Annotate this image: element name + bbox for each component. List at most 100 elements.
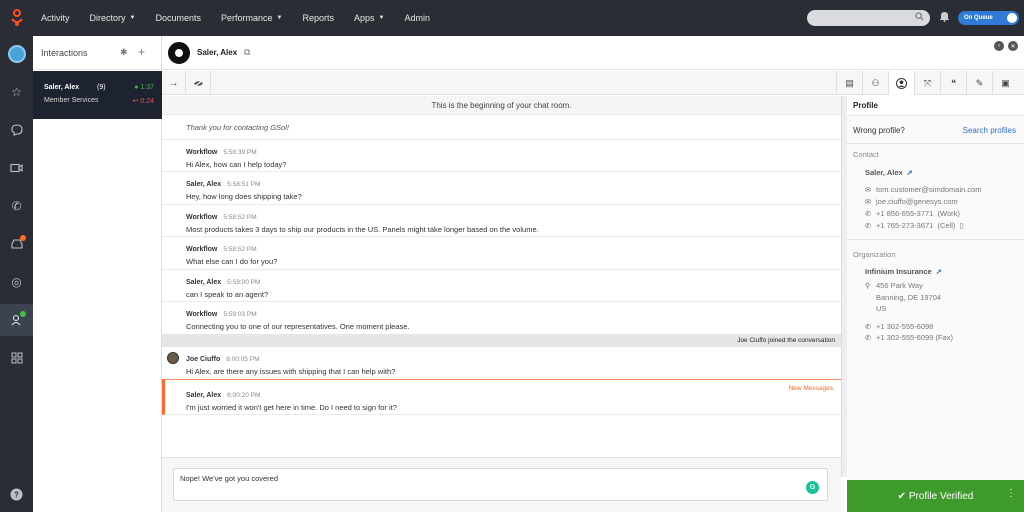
- phone-row[interactable]: ✆ +1 302-555-6098: [865, 322, 933, 331]
- composer-text: Nope! We've got you covered: [180, 474, 279, 483]
- genesys-logo-icon[interactable]: [0, 0, 33, 36]
- rail-chat-icon[interactable]: [0, 114, 33, 146]
- phone-row[interactable]: ✆ +1 765-273-3671 (Cell) ▯: [865, 221, 964, 230]
- rail-star-icon[interactable]: ☆: [0, 76, 33, 108]
- nav-activity[interactable]: Activity: [41, 13, 70, 23]
- rail-video-icon[interactable]: [0, 152, 33, 184]
- phone-value: +1 765-273-3671: [876, 221, 934, 230]
- rail-help-icon[interactable]: ?: [0, 478, 33, 510]
- interaction-card[interactable]: Saler, Alex (9) Member Services ● 1:37 ↩…: [33, 71, 162, 119]
- caret-down-icon: ▼: [276, 15, 283, 21]
- hide-eye-icon[interactable]: [187, 71, 211, 95]
- close-icon[interactable]: ✕: [1008, 41, 1018, 51]
- nav-directory[interactable]: Directory ▼: [90, 13, 136, 23]
- edit-notes-icon[interactable]: ✎: [966, 71, 992, 95]
- rail-queue-user-icon[interactable]: [0, 304, 33, 336]
- main-nav: Activity Directory ▼ Documents Performanc…: [41, 0, 450, 36]
- chat-start-notice: This is the beginning of your chat room.: [162, 96, 841, 115]
- organization-section-label: Organization: [853, 250, 896, 259]
- address-row: ⚲ 456 Park Way: [865, 281, 923, 290]
- copy-icon[interactable]: ⧉: [244, 47, 250, 58]
- new-messages-label: New Messages: [788, 385, 833, 392]
- gear-icon[interactable]: ✱: [120, 47, 128, 58]
- avatar: [7, 45, 26, 63]
- welcome-message: Thank you for contacting GSol!: [162, 115, 841, 140]
- transfer-arrow-icon[interactable]: →: [162, 71, 186, 95]
- search-icon[interactable]: [915, 12, 924, 23]
- inbox-badge: [20, 235, 26, 241]
- back-icon[interactable]: ‹: [994, 41, 1004, 51]
- message-sender: Workflow: [186, 214, 218, 221]
- nav-apps[interactable]: Apps ▼: [354, 13, 384, 23]
- address-row: Banning, DE 19704: [876, 293, 941, 302]
- notifications-bell-icon[interactable]: [940, 11, 949, 25]
- address-row: US: [876, 304, 886, 313]
- chat-message: Workflow 5:58:52 PM Most products takes 3…: [162, 205, 841, 237]
- profile-verified-button[interactable]: ✔ Profile Verified ⋮: [847, 480, 1024, 512]
- chat-start-text: This is the beginning of your chat room.: [431, 100, 572, 110]
- nav-performance[interactable]: Performance ▼: [221, 13, 282, 23]
- phone-row[interactable]: ✆ +1 856-655-3771 (Work): [865, 209, 960, 218]
- interactions-header: Interactions ✱ +: [33, 36, 161, 70]
- rail-dashboard-icon[interactable]: [0, 342, 33, 374]
- message-composer-input[interactable]: Nope! We've got you covered G: [173, 468, 828, 501]
- profile-tab-icon[interactable]: [888, 71, 914, 95]
- email-icon: ✉: [865, 186, 871, 194]
- fax-row[interactable]: ✆ +1 302-555-6099 (Fax): [865, 333, 953, 342]
- external-link-icon: ➚: [935, 267, 942, 276]
- rail-support-icon[interactable]: ◎: [0, 266, 33, 298]
- phone-value: +1 856-655-3771: [876, 209, 934, 218]
- email-row[interactable]: ✉ joe.ciuffo@genesys.com: [865, 197, 958, 206]
- grammarly-icon[interactable]: G: [806, 481, 819, 494]
- journey-icon[interactable]: ⤧: [914, 71, 940, 95]
- nav-reports[interactable]: Reports: [303, 13, 335, 23]
- left-rail: ☆ ✆ ◎ ?: [0, 36, 33, 512]
- queue-status-badge: [20, 311, 26, 317]
- email-value: tom.customer@simdomain.com: [876, 185, 982, 194]
- rail-phone-icon[interactable]: ✆: [0, 190, 33, 222]
- participant-info-icon[interactable]: ⚇: [862, 71, 888, 95]
- more-options-icon[interactable]: ⋮: [1006, 488, 1016, 499]
- chat-transcript[interactable]: This is the beginning of your chat room.…: [162, 96, 841, 456]
- reply-arrow-icon: ↩: [132, 98, 139, 105]
- conversation-toolbar: → ▤ ⚇ ⤧ ❝ ✎ ▣: [162, 71, 1024, 95]
- clipboard-icon[interactable]: ▣: [992, 71, 1018, 95]
- active-timer: ● 1:37: [134, 84, 154, 91]
- email-row[interactable]: ✉ tom.customer@simdomain.com: [865, 185, 982, 194]
- toggle-knob: [1007, 13, 1017, 23]
- address-line: US: [876, 304, 887, 313]
- phone-type: (Work): [937, 209, 960, 218]
- script-icon[interactable]: ▤: [836, 71, 862, 95]
- nav-documents[interactable]: Documents: [155, 13, 201, 23]
- rail-avatar[interactable]: [0, 38, 33, 70]
- wait-timer: ↩ 0:24: [133, 97, 154, 105]
- quote-icon[interactable]: ❝: [940, 71, 966, 95]
- chat-message: Saler, Alex 5:59:00 PM can I speak to an …: [162, 270, 841, 302]
- message-time: 5:58:39 PM: [223, 149, 257, 156]
- interaction-queue: Member Services: [44, 97, 99, 104]
- wait-timer-value: 0:24: [140, 98, 154, 105]
- agent-avatar: [167, 352, 179, 364]
- svg-text:?: ?: [14, 490, 19, 499]
- wrong-profile-row: Wrong profile? Search profiles: [847, 116, 1024, 144]
- chat-message: Workflow 5:58:39 PM Hi Alex, how can I he…: [162, 140, 841, 172]
- message-text: I'm just worried it won't get here in ti…: [186, 403, 397, 412]
- agent-joined-text: Joe Ciuffo joined the conversation: [737, 337, 835, 344]
- phone-type: (Cell): [937, 221, 956, 230]
- on-queue-toggle[interactable]: On Queue: [958, 11, 1019, 25]
- new-customer-message: New Messages Saler, Alex 6:00:20 PM I'm j…: [162, 379, 841, 415]
- search-input[interactable]: [807, 10, 930, 26]
- phone-icon: ✆: [865, 323, 871, 331]
- profile-contact-name[interactable]: Saler, Alex ➚: [865, 168, 913, 177]
- organization-name[interactable]: Infinium Insurance ➚: [865, 267, 942, 276]
- search-profiles-link[interactable]: Search profiles: [963, 126, 1016, 135]
- phone-icon: ✆: [865, 222, 871, 230]
- add-interaction-icon[interactable]: +: [138, 45, 145, 59]
- message-text: Most products takes 3 days to ship our p…: [186, 225, 539, 234]
- caret-down-icon: ▼: [129, 15, 136, 21]
- chat-message: Workflow 5:58:52 PM What else can I do fo…: [162, 237, 841, 270]
- interaction-count: (9): [97, 84, 106, 91]
- sms-icon[interactable]: ▯: [960, 221, 964, 230]
- rail-inbox-icon[interactable]: [0, 228, 33, 260]
- nav-admin[interactable]: Admin: [404, 13, 430, 23]
